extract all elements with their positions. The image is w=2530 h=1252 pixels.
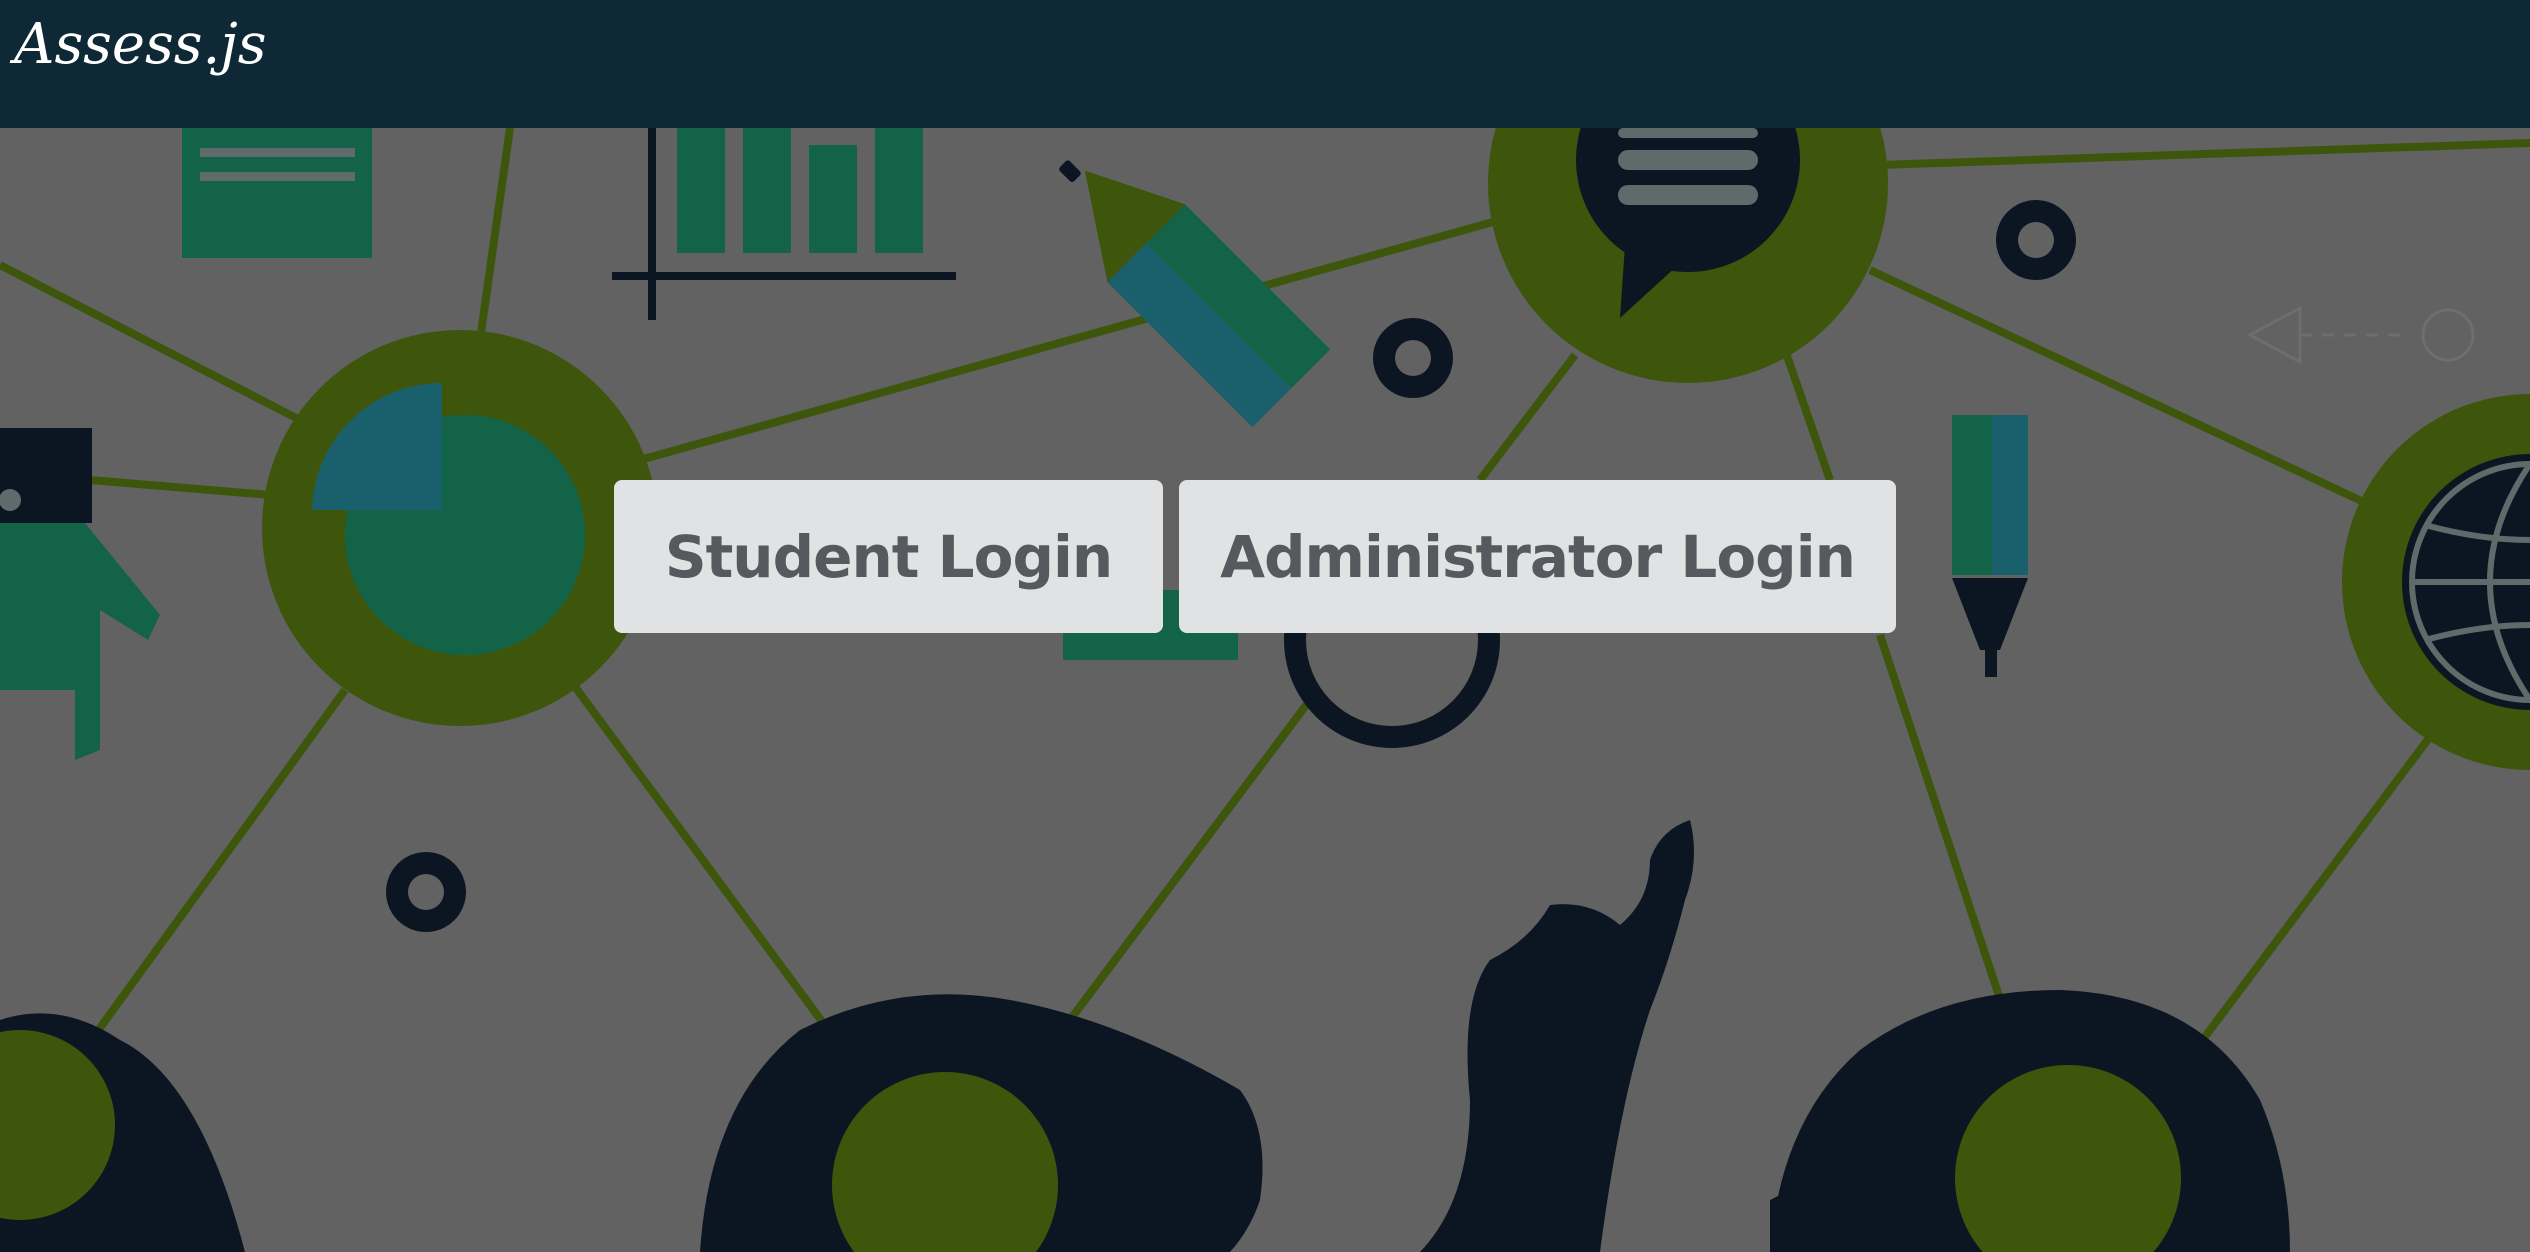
- top-navbar: Assess.js: [0, 0, 2530, 128]
- people-silhouettes: [0, 820, 2290, 1252]
- speech-bubble-icon: [1488, 128, 1888, 383]
- bar-chart-icon: [612, 128, 956, 320]
- hero-background-illustration: [0, 128, 2530, 1252]
- student-login-button[interactable]: Student Login: [614, 480, 1163, 633]
- brand-logo[interactable]: Assess.js: [14, 12, 266, 77]
- marker-icon: [1952, 415, 2028, 677]
- pie-chart-icon: [262, 330, 658, 726]
- document-icon: [182, 128, 372, 258]
- administrator-login-button[interactable]: Administrator Login: [1179, 480, 1896, 633]
- hand-icon: [0, 428, 160, 760]
- globe-icon: [2342, 394, 2530, 770]
- arrow-icon: [2246, 305, 2475, 365]
